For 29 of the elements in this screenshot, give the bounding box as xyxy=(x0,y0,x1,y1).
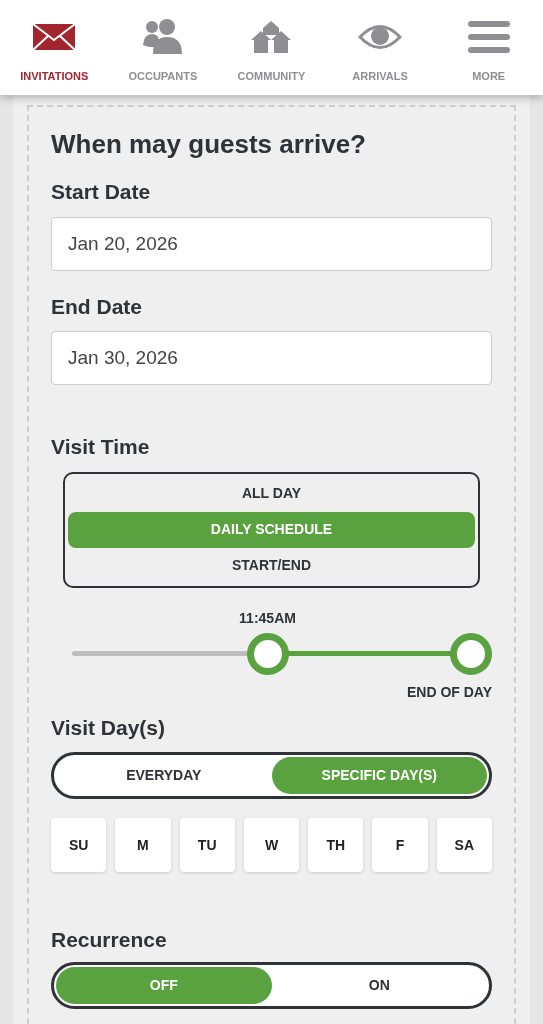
slider-handle[interactable] xyxy=(246,632,289,675)
day-button[interactable]: TH xyxy=(308,818,364,873)
field-label: End Date xyxy=(51,293,143,320)
date-field[interactable]: Jan 30, 2026 xyxy=(51,331,492,386)
nav-tab[interactable]: INVITATIONS xyxy=(0,0,109,95)
field-label: Start Date xyxy=(51,179,152,206)
houses-icon xyxy=(251,21,292,53)
day-button[interactable]: F xyxy=(372,818,428,873)
section-heading: When may guests arrive? xyxy=(51,129,367,161)
people-icon xyxy=(142,19,182,54)
field-label: Visit Time xyxy=(51,434,151,461)
field-label: Recurrence xyxy=(51,927,168,954)
day-button[interactable]: SA xyxy=(436,818,492,873)
slider-handle[interactable] xyxy=(450,632,492,675)
toggle-option[interactable]: EVERYDAY xyxy=(56,757,272,795)
day-button[interactable]: M xyxy=(115,818,171,873)
day-button[interactable]: SU xyxy=(51,818,107,873)
toggle-option[interactable]: ON xyxy=(271,966,487,1004)
slider-value: END OF DAY xyxy=(406,682,492,702)
envelope-icon xyxy=(32,23,77,51)
segment-option[interactable]: START/END xyxy=(68,547,475,584)
eye-icon xyxy=(358,25,402,49)
segment-option[interactable]: ALL DAY xyxy=(68,475,475,512)
day-button[interactable]: W xyxy=(243,818,300,873)
slider-value: 11:45AM xyxy=(239,608,296,628)
date-field[interactable]: Jan 20, 2026 xyxy=(51,216,492,271)
field-label: Visit Day(s) xyxy=(51,714,166,741)
menu-icon xyxy=(467,21,510,53)
day-button[interactable]: TU xyxy=(179,818,235,873)
